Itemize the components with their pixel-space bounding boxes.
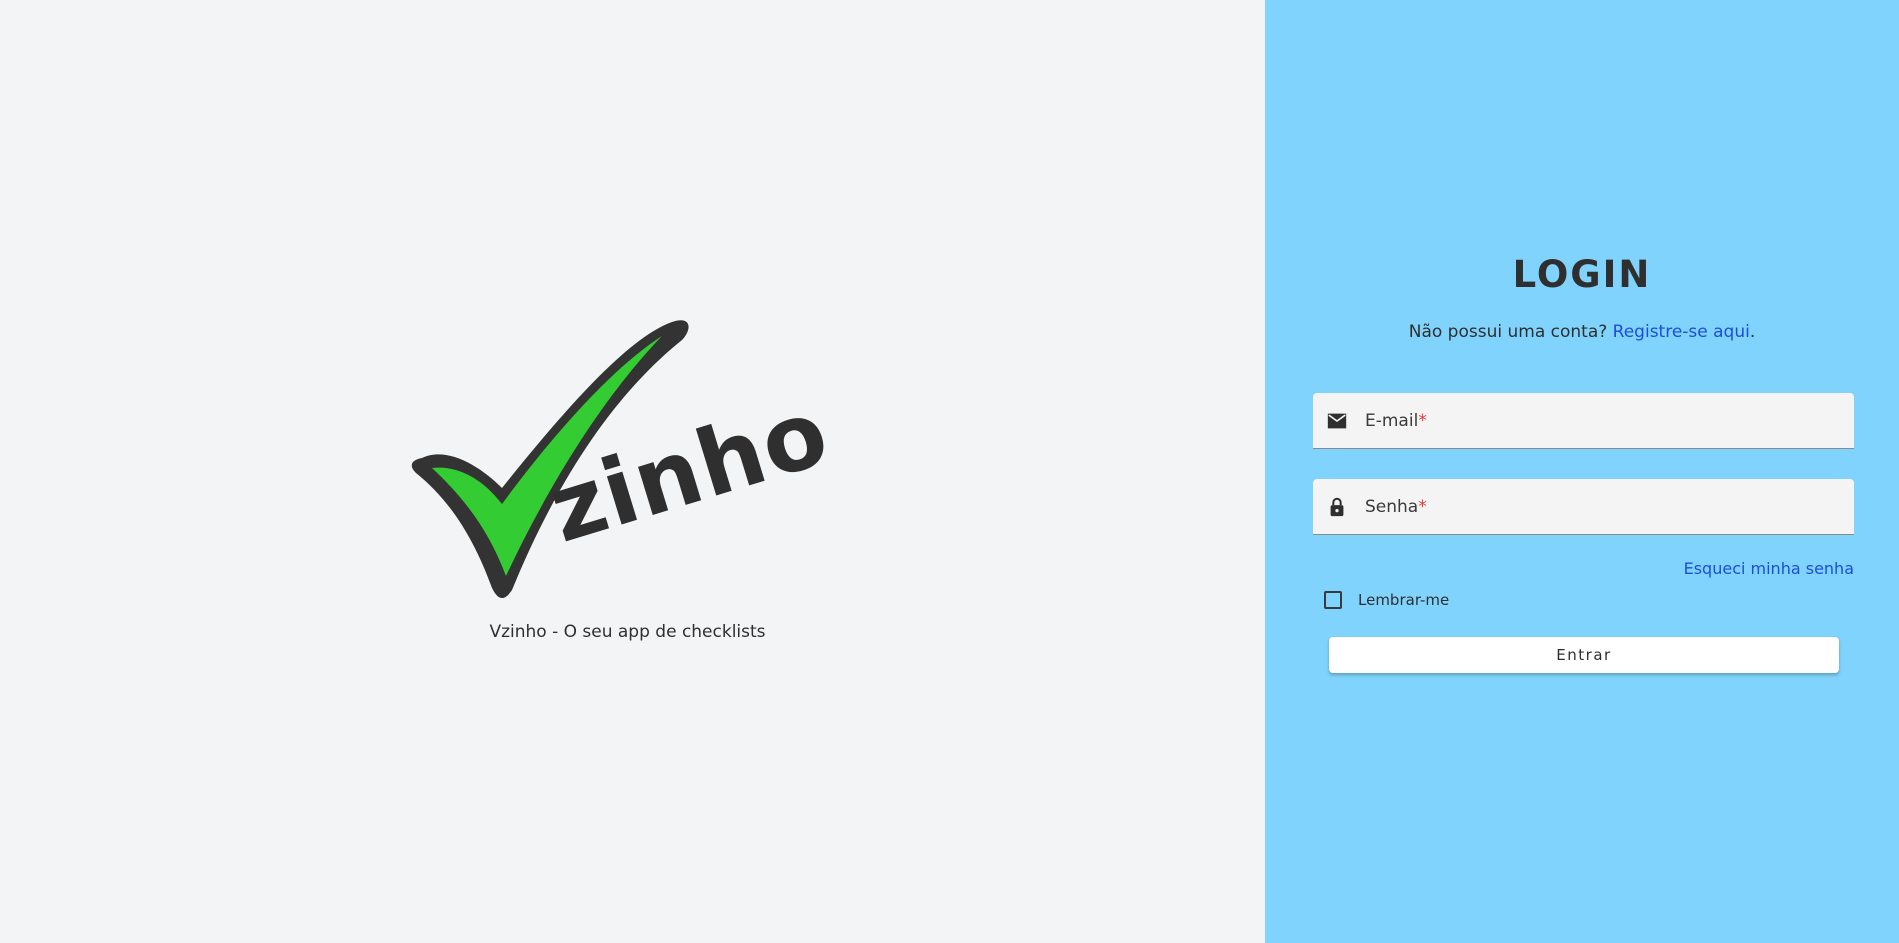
register-suffix: .: [1749, 322, 1756, 342]
register-link[interactable]: Registre-se aqui: [1613, 322, 1750, 342]
login-page: zinho Vzinho - O seu app de checklists L…: [0, 0, 1899, 943]
brand-panel: zinho Vzinho - O seu app de checklists: [0, 0, 1265, 943]
mail-icon: [1325, 409, 1349, 433]
remember-me-label: Lembrar-me: [1358, 591, 1450, 609]
email-field[interactable]: E-mail*: [1313, 393, 1854, 449]
checkmark-logo-icon: zinho: [411, 320, 840, 599]
register-prompt: Não possui uma conta?: [1408, 322, 1608, 342]
vzinho-logo: zinho: [402, 318, 840, 599]
app-tagline: Vzinho - O seu app de checklists: [489, 622, 766, 642]
login-submit-button[interactable]: Entrar: [1329, 637, 1839, 673]
forgot-password-link[interactable]: Esqueci minha senha: [1684, 559, 1854, 578]
remember-me-checkbox[interactable]: [1324, 591, 1342, 609]
remember-me[interactable]: Lembrar-me: [1324, 591, 1449, 609]
lock-icon: [1325, 495, 1349, 519]
login-title: LOGIN: [1512, 253, 1652, 296]
password-field[interactable]: Senha*: [1313, 479, 1854, 535]
register-prompt-line: Não possui uma conta? Registre-se aqui.: [1265, 322, 1899, 342]
password-input[interactable]: [1365, 479, 1844, 534]
email-input[interactable]: [1365, 393, 1844, 448]
login-panel: LOGIN Não possui uma conta? Registre-se …: [1265, 0, 1899, 943]
